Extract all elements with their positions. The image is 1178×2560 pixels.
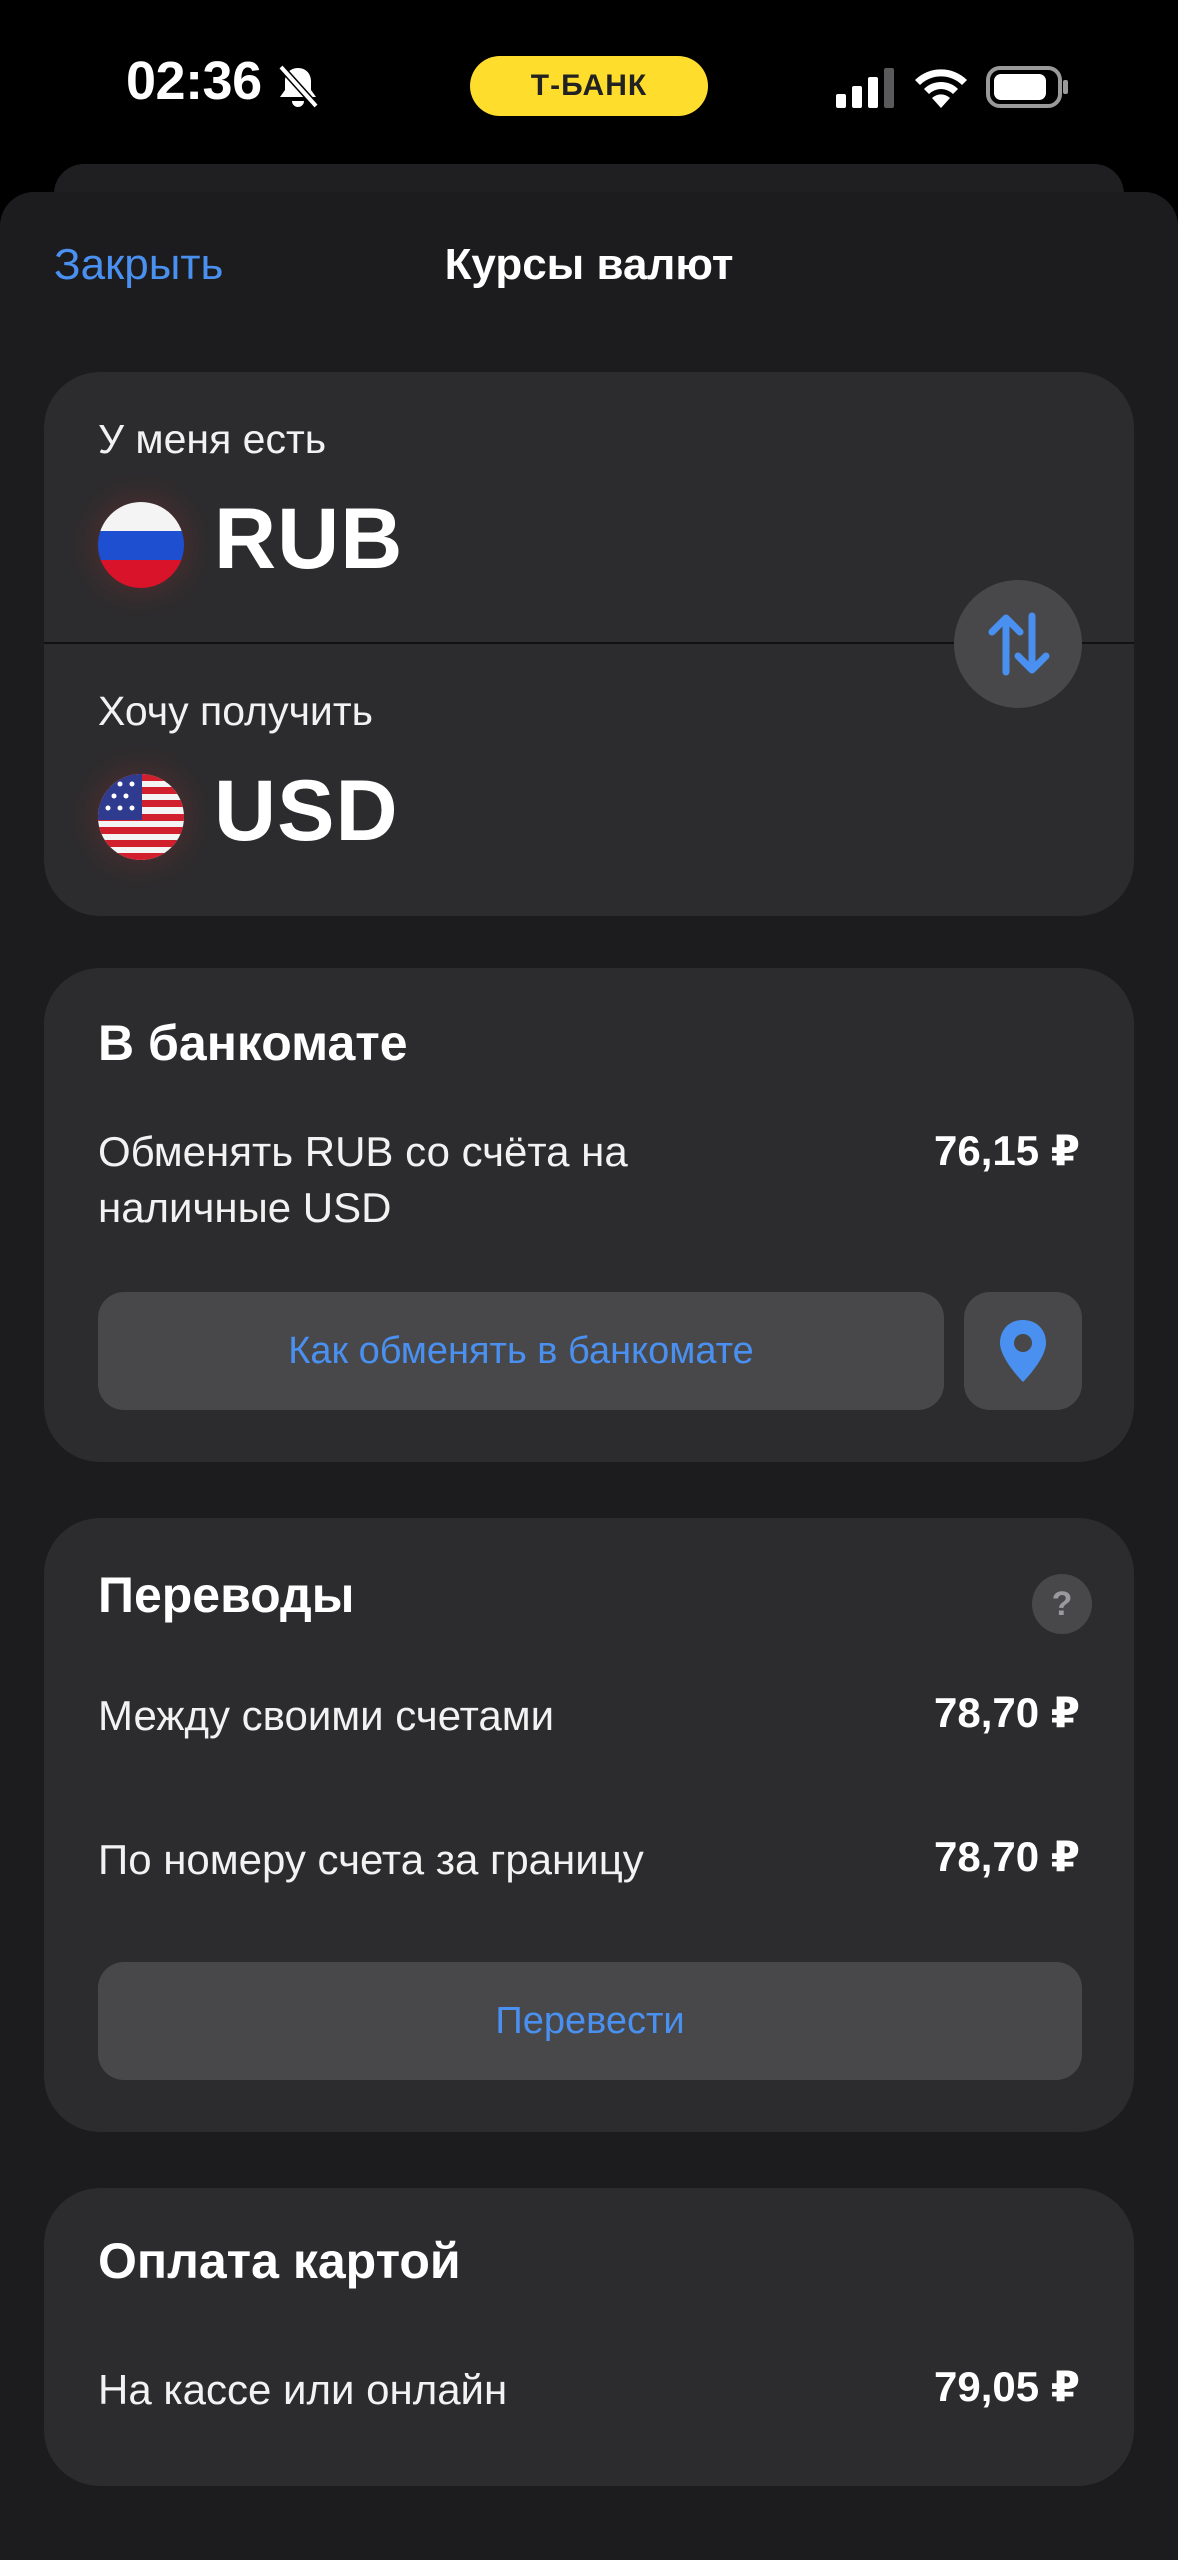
- atm-card: В банкомате Обменять RUB со счёта на нал…: [44, 968, 1134, 1462]
- status-time: 02:36: [126, 51, 262, 111]
- help-question-button[interactable]: ?: [1032, 1574, 1092, 1634]
- transfer-abroad-label: По номеру счета за границу: [98, 1836, 644, 1883]
- usa-flag-icon: [98, 774, 184, 860]
- from-currency-label: У меня есть: [98, 416, 327, 462]
- map-pin-icon: [1000, 1320, 1046, 1382]
- bell-off-icon: [278, 64, 319, 109]
- atm-rate-label: Обменять RUB со счёта на наличные USD: [98, 1128, 628, 1231]
- atm-exchange-howto-button[interactable]: Как обменять в банкомате: [98, 1292, 944, 1410]
- atm-map-button[interactable]: [964, 1292, 1082, 1410]
- card-payment-title: Оплата картой: [98, 2233, 461, 2289]
- transfers-title: Переводы: [98, 1567, 355, 1623]
- card-payment-card: Оплата картой На кассе или онлайн 79,05 …: [44, 2188, 1134, 2486]
- russia-flag-icon: [98, 502, 184, 588]
- card-payment-label: На кассе или онлайн: [98, 2366, 508, 2413]
- transfers-card: Переводы ? Между своими счетами 78,70 ₽ …: [44, 1518, 1134, 2132]
- swap-currencies-button[interactable]: [954, 580, 1082, 708]
- dynamic-island-brand: Т-БАНК: [470, 56, 708, 116]
- to-currency-label: Хочу получить: [98, 688, 373, 734]
- status-bar: 02:36 Т-БАНК: [0, 0, 1178, 170]
- transfer-button[interactable]: Перевести: [98, 1962, 1082, 2080]
- battery-icon: [986, 66, 1068, 108]
- transfer-abroad-value: 78,70 ₽: [934, 1833, 1080, 1880]
- cellular-signal-icon: [836, 68, 894, 108]
- transfer-own-accounts-label: Между своими счетами: [98, 1692, 555, 1739]
- swap-arrows-icon: [988, 612, 1050, 676]
- transfer-own-accounts-value: 78,70 ₽: [934, 1689, 1080, 1736]
- atm-title: В банкомате: [98, 1015, 408, 1071]
- close-button[interactable]: Закрыть: [54, 240, 223, 290]
- wifi-icon: [915, 69, 967, 108]
- currency-selector-card: У меня есть RUB Хочу получить USD: [44, 372, 1134, 916]
- atm-rate-value: 76,15 ₽: [934, 1127, 1080, 1174]
- card-payment-value: 79,05 ₽: [934, 2363, 1080, 2410]
- from-currency-code: RUB: [214, 491, 404, 587]
- to-currency-code: USD: [214, 763, 399, 859]
